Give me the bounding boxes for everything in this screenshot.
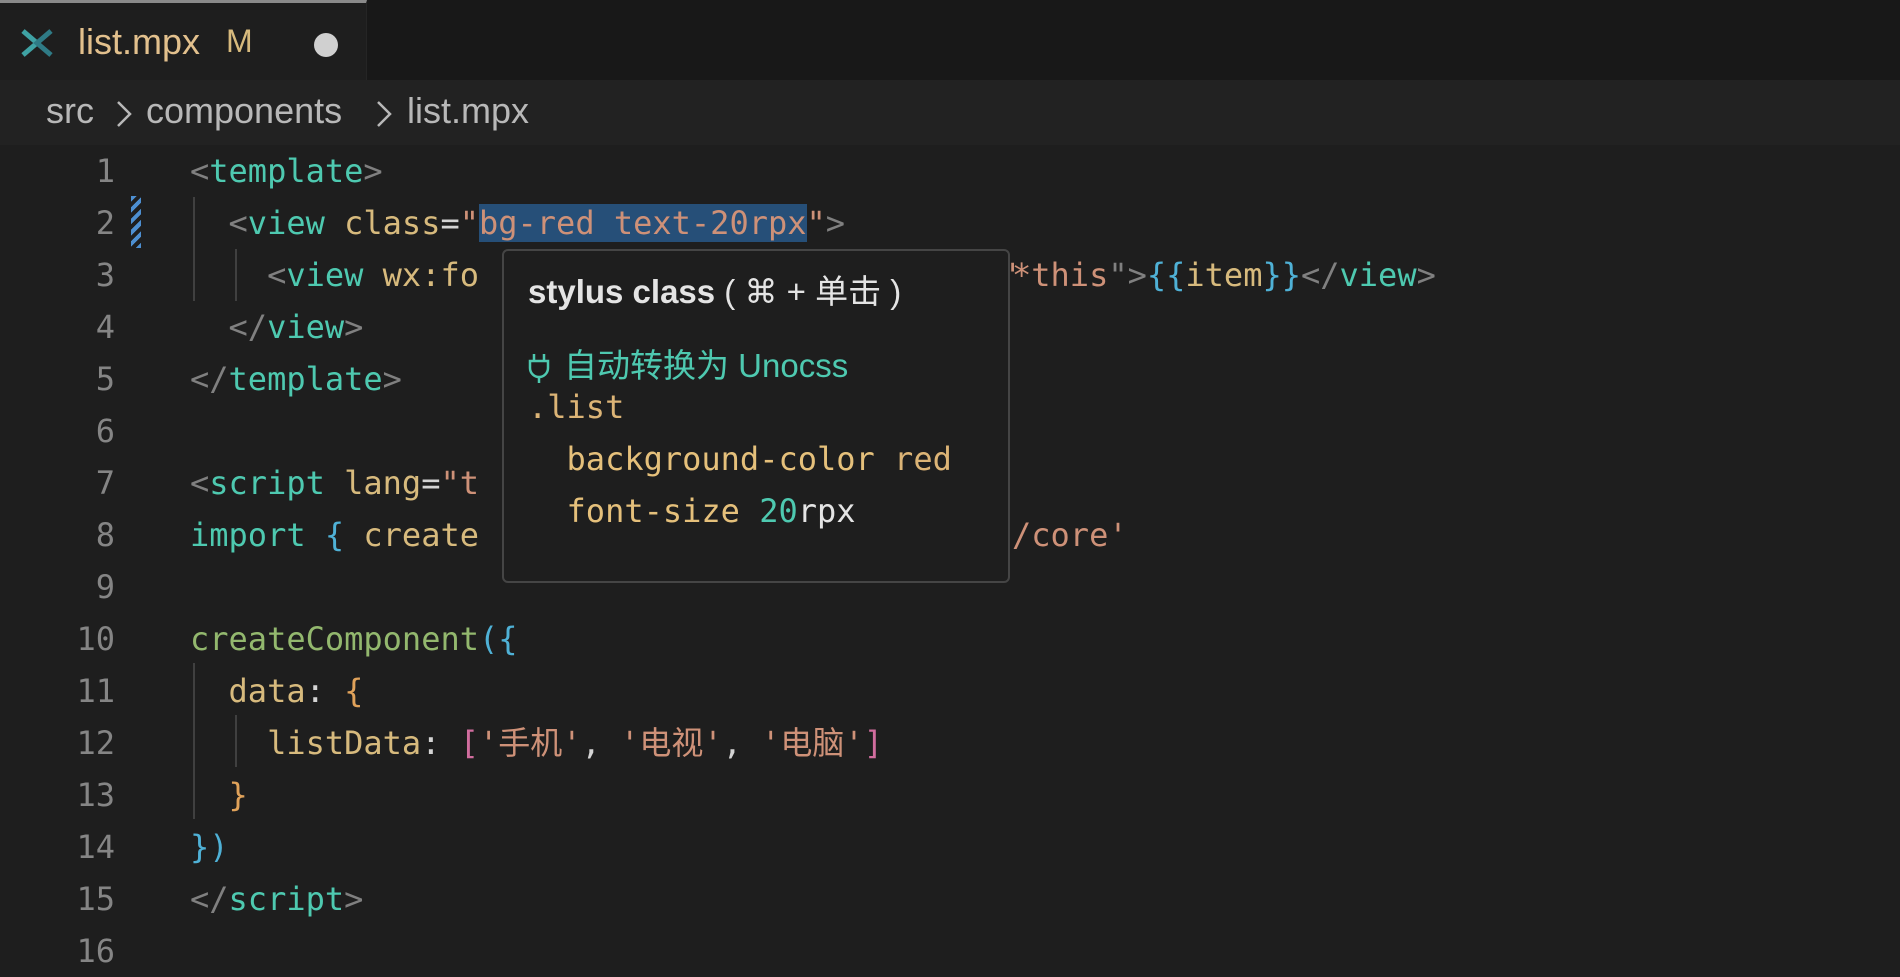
mpx-file-icon — [21, 29, 53, 57]
code-line: 11 data: { — [0, 665, 1900, 717]
line-number: 4 — [95, 308, 115, 346]
chevron-right-icon — [377, 101, 392, 127]
breadcrumb: src components list.mpx — [0, 80, 1900, 145]
hover-declaration: font-size 20rpx — [566, 492, 856, 530]
line-number: 11 — [76, 672, 115, 710]
line-number: 2 — [95, 204, 115, 242]
code-line: 10 createComponent({ — [0, 613, 1900, 665]
selected-class-value[interactable]: bg-red text-20rpx — [478, 204, 807, 242]
line-number: 8 — [95, 516, 115, 554]
hover-title: stylus class ( ⌘ + 单击 ) — [528, 273, 902, 310]
code-line: 15 </script> — [0, 873, 1900, 925]
line-number: 16 — [76, 932, 115, 970]
hover-declaration: background-color red — [566, 440, 952, 478]
line-number: 13 — [76, 776, 115, 814]
line-number: 12 — [76, 724, 115, 762]
code-line: 1 <template> — [0, 145, 1900, 197]
line-number: 10 — [76, 620, 115, 658]
tab-bar: list.mpx M — [0, 0, 1900, 80]
hover-shortcut: ( ⌘ + 单击 ) — [724, 273, 902, 310]
breadcrumb-item-file[interactable]: list.mpx — [407, 90, 529, 132]
code-line: 16 — [0, 925, 1900, 977]
git-modified-indicator[interactable] — [131, 196, 141, 248]
line-number: 6 — [95, 412, 115, 450]
line-number: 15 — [76, 880, 115, 918]
line-number: 9 — [95, 568, 115, 606]
breadcrumb-item-components[interactable]: components — [146, 90, 342, 132]
line-number: 5 — [95, 360, 115, 398]
breadcrumb-item-src[interactable]: src — [46, 90, 94, 132]
code-line: 14 }) — [0, 821, 1900, 873]
unsaved-dot-icon[interactable] — [314, 33, 338, 57]
code-line: 13 } — [0, 769, 1900, 821]
code-line: 2 <view class="bg-red text-20rpx"> — [0, 197, 1900, 249]
line-number: 3 — [95, 256, 115, 294]
chevron-right-icon — [117, 101, 132, 127]
line-number: 14 — [76, 828, 115, 866]
line-number: 7 — [95, 464, 115, 502]
code-line: 12 listData: ['手机', '电视', '电脑'] — [0, 717, 1900, 769]
hover-tooltip: stylus class ( ⌘ + 单击 ) 自动转换为 Unocss .li… — [502, 249, 1010, 583]
tab-list-mpx[interactable]: list.mpx M — [0, 0, 367, 80]
modified-badge: M — [226, 23, 253, 59]
convert-to-unocss-link[interactable]: 自动转换为 Unocss — [528, 339, 848, 387]
line-number: 1 — [95, 152, 115, 190]
hover-selector: .list — [528, 388, 625, 426]
plug-icon — [528, 354, 550, 384]
tab-title: list.mpx — [78, 21, 201, 62]
